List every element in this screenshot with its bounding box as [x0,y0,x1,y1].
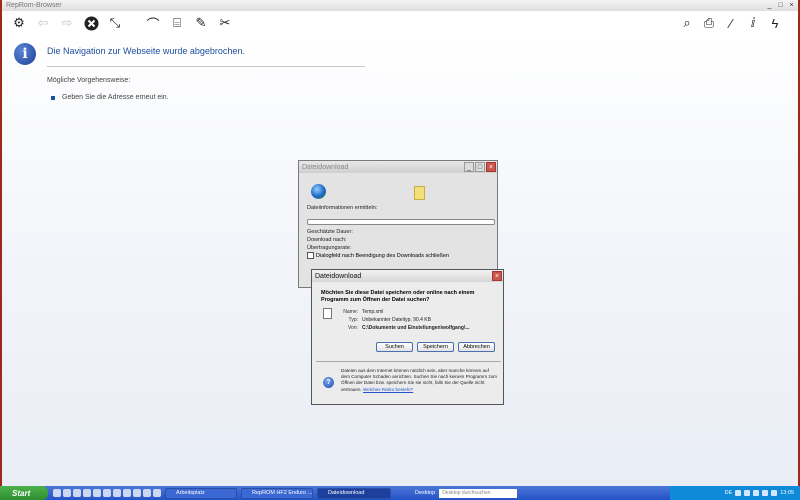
save-button[interactable]: Speichern [417,342,454,352]
quick-launch-icon[interactable] [93,489,101,497]
quick-launch-icon[interactable] [133,489,141,497]
taskbar-item-dateidownload[interactable]: Dateidownload [317,487,391,499]
file-source-row: Von: C:\Dokumente und Einstellungen\wolf… [336,325,470,331]
divider [316,361,501,362]
start-button[interactable]: Start [0,486,48,500]
tray-icon[interactable] [744,490,751,496]
dialog-titlebar: Dateidownload _ □ × [299,161,497,173]
file-type-value: Unbekannter Dateityp, 90,4 KB [362,317,431,323]
taskbar-item-arbeitsplatz[interactable]: Arbeitsplatz [165,487,237,499]
quick-launch-icon[interactable] [143,489,151,497]
stop-icon[interactable] [82,14,100,32]
window-title: RepRom-Browser [6,2,62,9]
close-button[interactable]: × [787,2,796,10]
quick-launch [48,489,161,497]
window-titlebar: RepRom-Browser _ □ × [2,0,798,11]
refresh-icon[interactable]: ⤡ [106,14,124,32]
page-title: Die Navigation zur Webseite wurde abgebr… [47,46,245,56]
cancel-button[interactable]: Abbrechen [458,342,495,352]
file-source-key: Von: [347,325,358,331]
quick-launch-icon[interactable] [123,489,131,497]
bullet-icon [51,95,55,100]
quick-launch-icon[interactable] [63,489,71,497]
list-item-text: Geben Sie die Adresse erneut ein. [62,94,169,101]
language-indicator[interactable]: DE [725,490,733,496]
download-to-label: Download nach: [307,237,347,243]
browser-toolbar: ⚙ ⇦ ⇨ ⤡ ⌒ ⌸ ✎ ✂ ⌕ ⎙ ∕ ⅈ ϟ [2,11,798,35]
info-label: Dateiinformationen ermitteln: [307,205,378,211]
divider [47,66,365,67]
list-item: Geben Sie die Adresse erneut ein. [51,94,169,101]
back-icon[interactable]: ⇦ [34,14,52,32]
file-name-key: Name: [343,309,358,315]
settings-icon[interactable]: ⚙ [10,14,28,32]
remaining-label: Geschätzte Dauer: [307,229,353,235]
possible-steps-label: Mögliche Vorgehensweise: [47,77,131,84]
quick-launch-icon[interactable] [83,489,91,497]
quick-launch-icon[interactable] [103,489,111,497]
close-on-finish-checkbox[interactable]: Dialogfeld nach Beendigung des Downloads… [307,252,449,259]
search-button[interactable]: Suchen [376,342,413,352]
dialog-title: Dateidownload [315,272,362,280]
rate-label: Übertragungsrate: [307,245,352,251]
minimize-button[interactable]: _ [765,2,774,10]
wrench-icon[interactable]: ✂ [216,14,234,32]
dialog-titlebar: Dateidownload × [312,270,503,282]
checkbox-label: Dialogfeld nach Beendigung des Downloads… [316,252,450,259]
edit-icon[interactable]: ∕ [722,14,740,32]
desktop-label[interactable]: Desktop [415,490,435,496]
file-name-value: Temp.xml [362,309,384,315]
security-warning: Dateien aus dem Internet können nützlich… [341,368,499,393]
risk-link[interactable]: Welches Risiko besteht? [363,387,413,392]
minimize-button[interactable]: _ [464,162,474,172]
tray-icon[interactable] [753,490,760,496]
zoom-icon[interactable]: ⅈ [744,14,762,32]
antenna-icon[interactable]: ⌒ [144,14,162,32]
tool-icon[interactable]: ⌸ [168,14,186,32]
lightning-icon[interactable]: ϟ [766,14,784,32]
maximize-button[interactable]: □ [475,162,485,172]
file-download-dialog: Dateidownload × Möchten Sie diese Datei … [311,269,504,405]
dialog-title: Dateidownload [302,163,349,171]
quick-launch-icon[interactable] [153,489,161,497]
print-icon[interactable]: ⎙ [700,14,718,32]
quick-launch-icon[interactable] [53,489,61,497]
globe-icon [311,184,326,199]
tray-icon[interactable] [762,490,769,496]
forward-icon[interactable]: ⇨ [58,14,76,32]
close-button[interactable]: × [492,271,502,281]
checkbox-box[interactable] [307,252,314,259]
maximize-button[interactable]: □ [776,2,785,10]
dialog-question: Möchten Sie diese Datei speichern oder o… [321,290,475,303]
info-icon: i [14,43,36,65]
search-icon[interactable]: ⌕ [678,14,696,32]
security-shield-icon: ? [323,377,334,388]
file-type-row: Typ: Unbekannter Dateityp, 90,4 KB [336,317,431,323]
file-source-value: C:\Dokumente und Einstellungen\wolfgang\… [362,325,470,331]
close-button[interactable]: × [486,162,496,172]
tray-icon[interactable] [735,490,742,496]
tray-icon[interactable] [771,490,778,496]
taskbar: Start Arbeitsplatz RepROM HF2 Enduro ...… [0,486,800,500]
file-name-row: Name: Temp.xml [336,309,383,315]
system-tray: DE 13:05 [670,486,800,500]
file-icon [323,308,332,319]
clock: 13:05 [780,490,794,496]
progress-bar [307,219,495,225]
taskbar-item-reprom[interactable]: RepROM HF2 Enduro ... [241,487,313,499]
quick-launch-icon[interactable] [73,489,81,497]
folder-icon [414,186,425,200]
quick-launch-icon[interactable] [113,489,121,497]
microphone-icon[interactable]: ✎ [192,14,210,32]
desktop-search-input[interactable]: Desktop durchsuchen [439,488,518,498]
file-type-key: Typ: [348,317,358,323]
